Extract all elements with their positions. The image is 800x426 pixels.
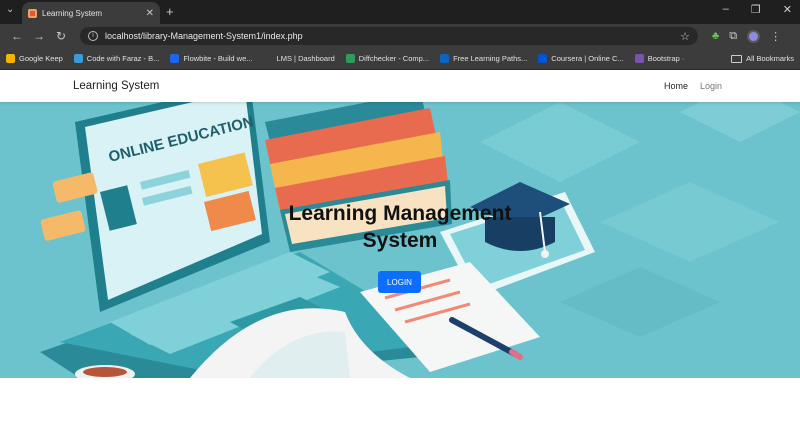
reload-icon[interactable]: ↻ (50, 29, 72, 43)
favicon-icon (28, 8, 37, 18)
close-window-icon[interactable]: ✕ (783, 3, 792, 16)
close-tab-icon[interactable]: ✕ (146, 8, 154, 19)
bookmark-favicon-icon (440, 54, 450, 63)
bookmark-label: Code with Faraz - B... (86, 54, 160, 63)
menu-icon[interactable]: ⋮ (770, 30, 781, 43)
bookmark-label: Google Keep (19, 54, 63, 63)
bookmark-label: Diffchecker - Comp... (358, 54, 430, 63)
browser-chrome: ⌄ Learning System ✕ + – ❐ ✕ ← → ↻ i loca… (0, 0, 800, 70)
bookmark-item[interactable]: Google Keep (6, 54, 63, 63)
hero-section: ONLINE EDUCATION Learning Management Sys… (0, 102, 800, 378)
bookmark-item[interactable]: Bootstrap · (634, 54, 685, 63)
bookmark-label: Free Learning Paths... (453, 54, 528, 63)
site-info-icon[interactable]: i (88, 31, 98, 41)
bookmark-favicon-icon (170, 54, 180, 63)
browser-tab[interactable]: Learning System ✕ (22, 2, 160, 24)
window-controls: – ❐ ✕ (723, 3, 792, 16)
bookmark-favicon-icon (345, 54, 355, 63)
forward-icon[interactable]: → (28, 29, 50, 43)
folder-icon (731, 54, 743, 63)
page-body (0, 378, 800, 425)
bookmark-item[interactable]: Free Learning Paths... (440, 54, 527, 63)
bookmark-label: Flowbite - Build we... (183, 54, 253, 63)
toolbar-icons: ♣ ⧉ ⋮ (712, 29, 781, 43)
tab-strip: ⌄ Learning System ✕ + – ❐ ✕ (0, 0, 800, 24)
bookmark-label: Bootstrap · (647, 54, 685, 63)
bookmark-star-icon[interactable]: ☆ (680, 30, 690, 43)
nav-links: Home Login (664, 81, 722, 91)
bookmark-item[interactable]: Code with Faraz - B... (73, 54, 160, 63)
bookmark-favicon-icon (6, 54, 15, 63)
bookmark-label: Coursera | Online C... (551, 54, 624, 63)
nav-home-link[interactable]: Home (664, 81, 688, 91)
bookmark-item[interactable]: Coursera | Online C... (538, 54, 624, 63)
minimize-icon[interactable]: – (723, 3, 729, 16)
nav-login-link[interactable]: Login (700, 81, 722, 91)
browser-toolbar: ← → ↻ i localhost/library-Management-Sys… (0, 24, 800, 48)
bookmark-label: LMS | Dashboard (276, 54, 335, 63)
extensions-icon[interactable]: ⧉ (729, 30, 737, 43)
url-text: localhost/library-Management-System1/ind… (105, 31, 303, 41)
extension-tree-icon[interactable]: ♣ (712, 30, 719, 42)
hero-title-line2: System (362, 229, 438, 252)
bookmark-item[interactable]: Flowbite - Build we... (170, 54, 253, 63)
hero-title: Learning Management System (0, 200, 800, 254)
hero-title-line1: Learning Management (288, 202, 512, 225)
restore-icon[interactable]: ❐ (751, 3, 761, 16)
bookmark-favicon-icon (73, 54, 83, 63)
bookmark-item[interactable]: LMS | Dashboard (263, 54, 335, 63)
address-bar[interactable]: i localhost/library-Management-System1/i… (80, 27, 698, 45)
all-bookmarks-label: All Bookmarks (746, 54, 794, 63)
bookmark-favicon-icon (634, 54, 644, 63)
back-icon[interactable]: ← (6, 29, 28, 43)
site-navbar: Learning System Home Login (0, 70, 800, 102)
profile-avatar[interactable] (747, 29, 761, 43)
bookmark-item[interactable]: Diffchecker - Comp... (345, 54, 430, 63)
bookmark-favicon-icon (538, 54, 548, 63)
login-button[interactable]: LOGIN (378, 271, 421, 293)
tab-search-icon[interactable]: ⌄ (6, 4, 14, 15)
tab-title: Learning System (42, 8, 103, 18)
site-brand[interactable]: Learning System (73, 80, 159, 92)
bookmark-favicon-icon (263, 54, 273, 63)
new-tab-icon[interactable]: + (166, 4, 174, 19)
all-bookmarks[interactable]: All Bookmarks (731, 54, 794, 63)
bookmarks-bar: Google Keep Code with Faraz - B... Flowbit… (0, 48, 800, 70)
